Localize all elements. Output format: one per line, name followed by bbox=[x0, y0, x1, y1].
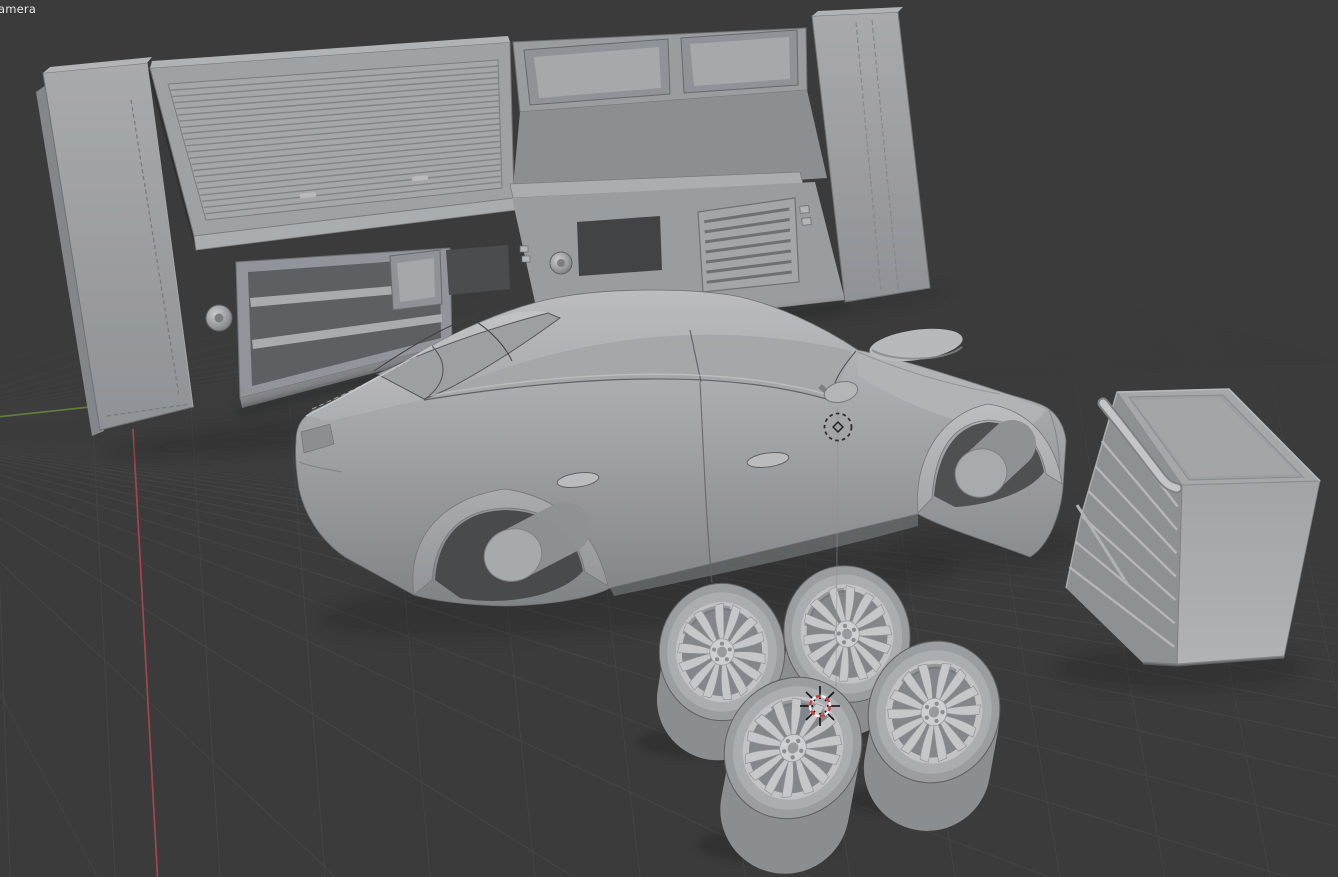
service-doorway[interactable] bbox=[577, 216, 662, 276]
dark-recess bbox=[446, 245, 510, 295]
blender-3d-viewport[interactable]: amera bbox=[0, 0, 1338, 877]
vent-panel bbox=[697, 197, 800, 293]
camera-view-label: amera bbox=[0, 2, 37, 16]
small-panel-door[interactable] bbox=[389, 249, 443, 311]
